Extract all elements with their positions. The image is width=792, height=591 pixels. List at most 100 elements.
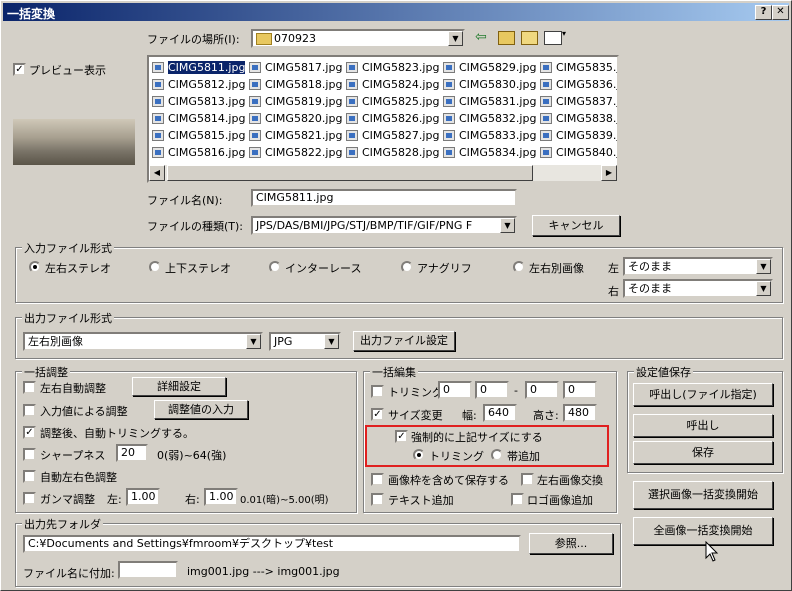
gamma-left-input[interactable]: 1.00: [126, 488, 160, 506]
keep-frame-checkbox[interactable]: [371, 473, 384, 486]
left-image-combo[interactable]: そのまま ▼: [623, 257, 773, 276]
title-bar[interactable]: 一括変換 ? ✕: [3, 3, 789, 21]
list-item[interactable]: CIMG5837.jp: [539, 93, 617, 110]
height-input[interactable]: 480: [563, 404, 597, 422]
load-button[interactable]: 呼出し: [633, 414, 773, 437]
radio-mode-trim[interactable]: [413, 449, 425, 461]
file-name-input[interactable]: CIMG5811.jpg: [251, 189, 517, 207]
list-item[interactable]: CIMG5825.jpg: [345, 93, 439, 110]
view-menu-chevron-icon[interactable]: ▾: [562, 29, 566, 38]
radio-separate-images[interactable]: [513, 261, 525, 273]
output-format-combo[interactable]: 左右別画像 ▼: [23, 332, 263, 351]
resize-checkbox[interactable]: ✓: [371, 408, 384, 421]
auto-lr-checkbox[interactable]: [23, 381, 36, 394]
list-item[interactable]: CIMG5828.jpg: [345, 144, 439, 161]
list-item[interactable]: CIMG5816.jpg: [151, 144, 245, 161]
input-adjust-checkbox[interactable]: [23, 404, 36, 417]
list-item[interactable]: CIMG5820.jpg: [248, 110, 342, 127]
file-location-combo[interactable]: 070923 ▼: [251, 29, 465, 48]
list-item[interactable]: CIMG5814.jpg: [151, 110, 245, 127]
new-folder-icon[interactable]: [521, 31, 538, 45]
list-item[interactable]: CIMG5822.jpg: [248, 144, 342, 161]
width-input[interactable]: 640: [483, 404, 517, 422]
option-interlace: インターレース: [285, 262, 362, 275]
trim-value-2[interactable]: 0: [475, 381, 509, 399]
list-item[interactable]: CIMG5831.jpg: [442, 93, 536, 110]
list-item[interactable]: CIMG5819.jpg: [248, 93, 342, 110]
list-item[interactable]: CIMG5836.jp: [539, 76, 617, 93]
detail-settings-button[interactable]: 詳細設定: [132, 377, 226, 396]
trim-value-4[interactable]: 0: [563, 381, 597, 399]
chevron-down-icon[interactable]: ▼: [246, 334, 261, 349]
list-item[interactable]: CIMG5824.jpg: [345, 76, 439, 93]
list-item[interactable]: CIMG5812.jpg: [151, 76, 245, 93]
output-path-input[interactable]: C:¥Documents and Settings¥fmroom¥デスクトップ¥…: [23, 535, 521, 553]
scroll-thumb[interactable]: [167, 165, 533, 181]
list-item[interactable]: CIMG5826.jpg: [345, 110, 439, 127]
trim-value-1[interactable]: 0: [438, 381, 472, 399]
list-item[interactable]: CIMG5829.jpg: [442, 59, 536, 76]
input-values-button[interactable]: 調整値の入力: [154, 400, 248, 419]
suffix-example: img001.jpg ---> img001.jpg: [187, 565, 340, 578]
start-selected-button[interactable]: 選択画像一括変換開始: [633, 481, 773, 509]
sharpness-input[interactable]: 20: [116, 444, 148, 462]
list-item[interactable]: CIMG5815.jpg: [151, 127, 245, 144]
preview-checkbox[interactable]: ✓: [13, 63, 26, 76]
chevron-down-icon[interactable]: ▼: [756, 259, 771, 274]
force-resize-checkbox[interactable]: ✓: [395, 430, 408, 443]
gamma-right-input[interactable]: 1.00: [204, 488, 238, 506]
chevron-down-icon[interactable]: ▼: [500, 218, 515, 233]
list-item[interactable]: CIMG5838.jp: [539, 110, 617, 127]
list-item[interactable]: CIMG5823.jpg: [345, 59, 439, 76]
suffix-input[interactable]: [118, 561, 178, 579]
start-all-button[interactable]: 全画像一括変換開始: [633, 517, 773, 545]
list-item[interactable]: CIMG5817.jpg: [248, 59, 342, 76]
help-button[interactable]: ?: [755, 5, 772, 20]
trim-value-3[interactable]: 0: [525, 381, 559, 399]
gamma-checkbox[interactable]: [23, 492, 36, 505]
list-item[interactable]: CIMG5835.jp: [539, 59, 617, 76]
chevron-down-icon[interactable]: ▼: [756, 281, 771, 296]
swap-lr-checkbox[interactable]: [521, 473, 534, 486]
horizontal-scrollbar[interactable]: ◀ ▶: [149, 165, 617, 181]
add-text-checkbox[interactable]: [371, 493, 384, 506]
list-item[interactable]: CIMG5813.jpg: [151, 93, 245, 110]
list-item[interactable]: CIMG5818.jpg: [248, 76, 342, 93]
list-item[interactable]: CIMG5830.jpg: [442, 76, 536, 93]
radio-mode-add[interactable]: [491, 449, 503, 461]
sharpness-checkbox[interactable]: [23, 448, 36, 461]
save-button[interactable]: 保存: [633, 441, 773, 464]
list-item[interactable]: CIMG5834.jpg: [442, 144, 536, 161]
radio-lr-stereo[interactable]: [29, 261, 41, 273]
list-item[interactable]: CIMG5840.jp: [539, 144, 617, 161]
load-from-file-button[interactable]: 呼出し(ファイル指定): [633, 383, 773, 406]
cancel-button[interactable]: キャンセル: [532, 215, 620, 236]
output-ext-combo[interactable]: JPG ▼: [269, 332, 341, 351]
output-settings-button[interactable]: 出力ファイル設定: [353, 331, 455, 351]
right-image-combo[interactable]: そのまま ▼: [623, 279, 773, 298]
radio-interlace[interactable]: [269, 261, 281, 273]
file-list[interactable]: CIMG5811.jpg CIMG5812.jpg CIMG5813.jpg C…: [147, 55, 619, 183]
radio-anaglyph[interactable]: [401, 261, 413, 273]
auto-color-checkbox[interactable]: [23, 470, 36, 483]
chevron-down-icon[interactable]: ▼: [448, 31, 463, 46]
list-item[interactable]: CIMG5832.jpg: [442, 110, 536, 127]
view-menu-icon[interactable]: [544, 31, 562, 45]
list-item[interactable]: CIMG5821.jpg: [248, 127, 342, 144]
trimming-checkbox[interactable]: [371, 385, 384, 398]
chevron-down-icon[interactable]: ▼: [324, 334, 339, 349]
back-arrow-icon[interactable]: ⇦: [475, 29, 487, 45]
scroll-left-icon[interactable]: ◀: [149, 165, 165, 181]
file-type-combo[interactable]: JPS/DAS/BMI/JPG/STJ/BMP/TIF/GIF/PNG F ▼: [251, 216, 517, 235]
list-item[interactable]: CIMG5839.jp: [539, 127, 617, 144]
close-button[interactable]: ✕: [772, 5, 789, 20]
list-item[interactable]: CIMG5827.jpg: [345, 127, 439, 144]
list-item[interactable]: CIMG5833.jpg: [442, 127, 536, 144]
up-folder-icon[interactable]: [498, 31, 515, 45]
add-logo-checkbox[interactable]: [511, 493, 524, 506]
scroll-right-icon[interactable]: ▶: [601, 165, 617, 181]
auto-trim-checkbox[interactable]: ✓: [23, 426, 36, 439]
browse-button[interactable]: 参照...: [529, 533, 613, 554]
radio-tb-stereo[interactable]: [149, 261, 161, 273]
list-item[interactable]: CIMG5811.jpg: [151, 59, 247, 76]
